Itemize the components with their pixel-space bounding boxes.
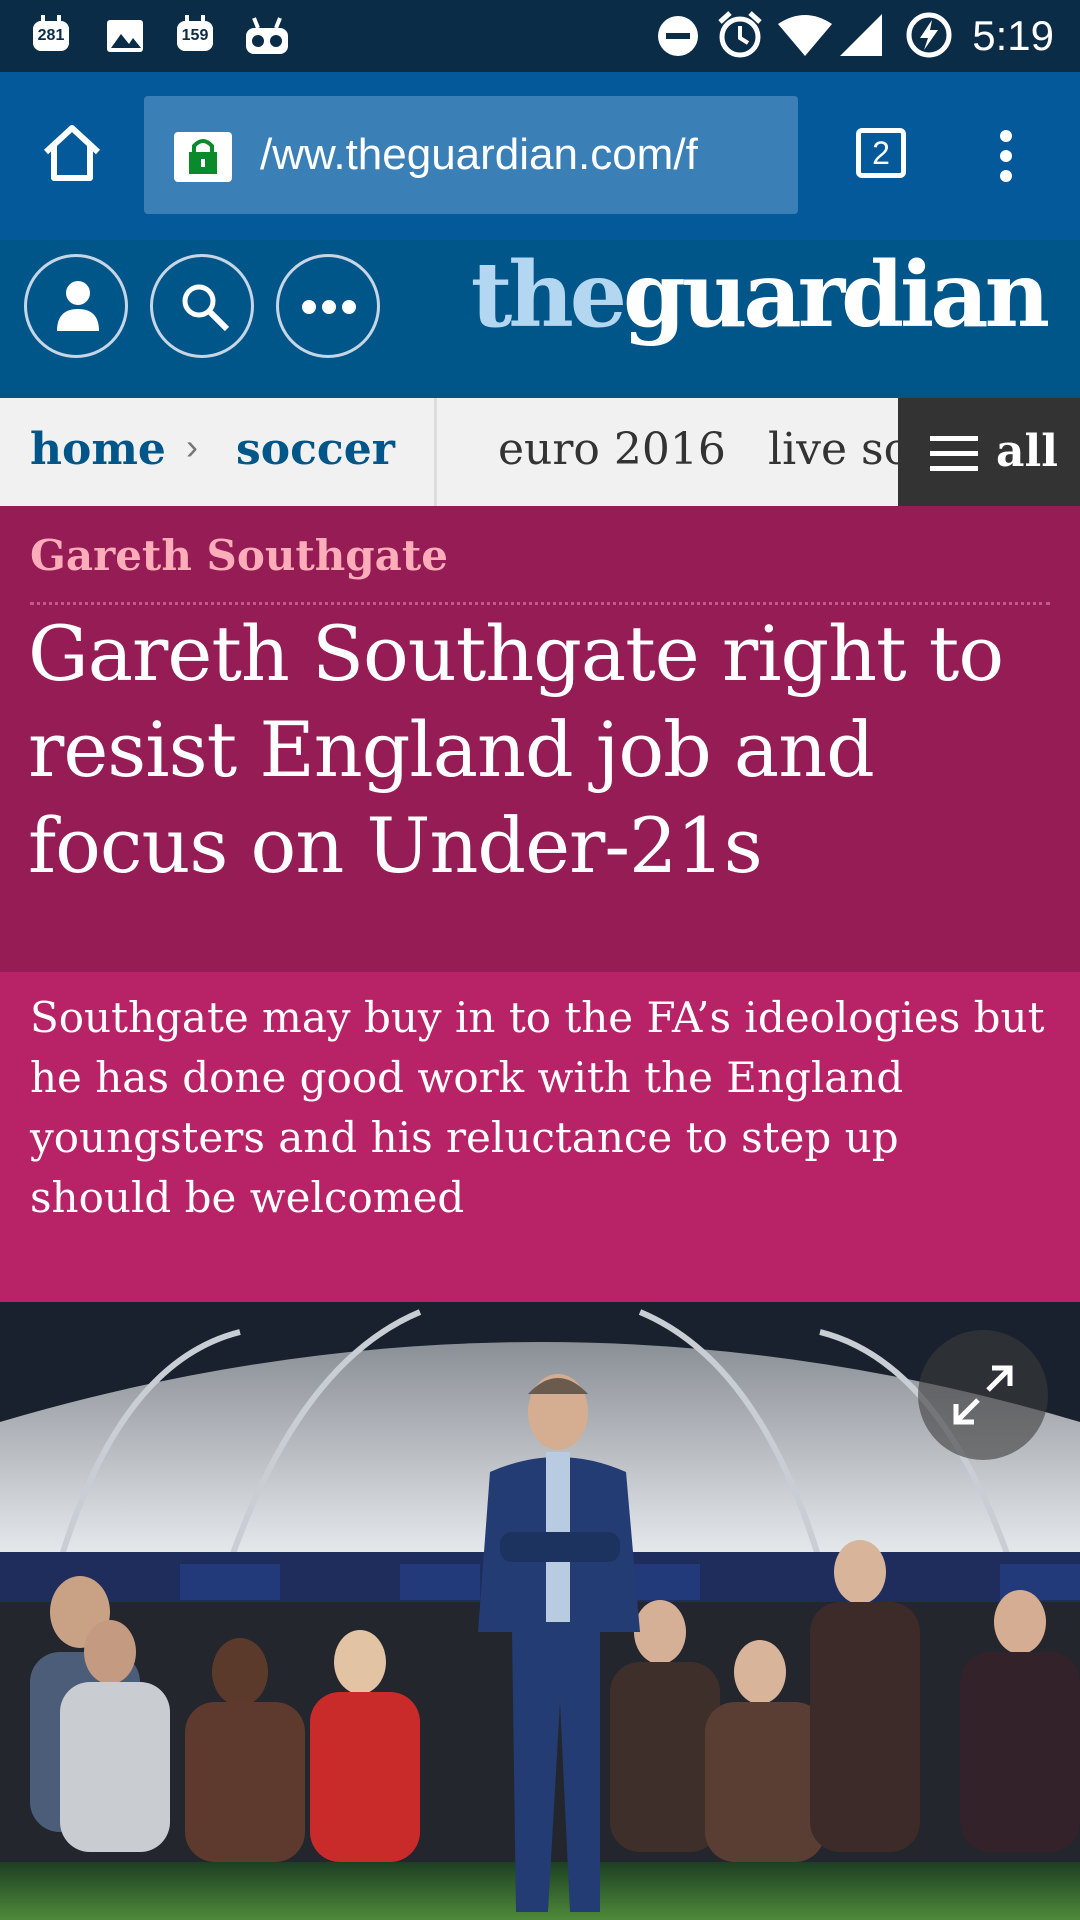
all-sections-button[interactable]: all — [898, 398, 1080, 506]
notification-count: 281 — [33, 15, 69, 51]
article-standfirst: Southgate may buy in to the FA’s ideolog… — [30, 993, 1045, 1222]
breadcrumb-chevron: › — [186, 426, 198, 467]
clock: 5:19 — [972, 12, 1054, 59]
kicker-divider — [30, 602, 1050, 605]
browser-toolbar: /ww.theguardian.com/f 2 — [0, 72, 1080, 240]
notification-count: 159 — [177, 15, 213, 51]
search-icon — [182, 284, 230, 332]
expand-icon — [953, 1365, 1013, 1425]
logo-the: the — [470, 242, 627, 348]
headline-section: Gareth Southgate Gareth Southgate right … — [0, 506, 1080, 972]
signal-icon — [838, 12, 884, 63]
wifi-icon — [776, 14, 834, 63]
more-button[interactable] — [276, 254, 380, 358]
url-bar[interactable]: /ww.theguardian.com/f — [144, 96, 798, 214]
image-icon — [102, 14, 148, 58]
home-icon[interactable] — [40, 124, 104, 189]
article-headline: Gareth Southgate right to resist England… — [28, 609, 1004, 890]
more-vert-icon[interactable] — [996, 128, 1016, 189]
vr-icon — [244, 14, 290, 58]
article-kicker[interactable]: Gareth Southgate — [30, 524, 448, 588]
guardian-logo[interactable]: theguardian — [470, 240, 1050, 350]
menu-icon — [930, 436, 978, 471]
site-header: theguardian — [0, 240, 1080, 398]
profile-button[interactable] — [24, 254, 128, 358]
calendar-icon: 281 — [28, 14, 74, 58]
nav-item-euro-2016[interactable]: euro 2016 — [498, 420, 726, 480]
standfirst-section: Southgate may buy in to the FA’s ideolog… — [0, 972, 1080, 1302]
do-not-disturb-icon — [656, 14, 700, 63]
profile-icon — [57, 281, 99, 331]
calendar-icon: 159 — [172, 14, 218, 58]
article-main-image[interactable] — [0, 1302, 1080, 1920]
section-nav: home › soccer euro 2016 live sc all — [0, 398, 1080, 507]
lock-icon[interactable] — [174, 132, 232, 182]
alarm-icon — [716, 10, 764, 65]
url-fade — [738, 96, 798, 214]
battery-saver-icon — [904, 10, 954, 65]
status-bar: 281 159 5:19 — [0, 0, 1080, 72]
nav-item-live-scores[interactable]: live sc — [768, 420, 908, 480]
logo-guardian: guardian — [623, 242, 1050, 348]
breadcrumb-home[interactable]: home — [30, 420, 166, 480]
url-text[interactable]: /ww.theguardian.com/f — [260, 120, 698, 190]
nav-divider — [434, 398, 437, 506]
tabs-icon[interactable]: 2 — [856, 128, 906, 178]
all-label: all — [996, 426, 1058, 477]
more-horiz-icon — [302, 300, 356, 314]
expand-image-button[interactable] — [918, 1330, 1048, 1460]
search-button[interactable] — [150, 254, 254, 358]
breadcrumb-soccer[interactable]: soccer — [236, 420, 395, 480]
